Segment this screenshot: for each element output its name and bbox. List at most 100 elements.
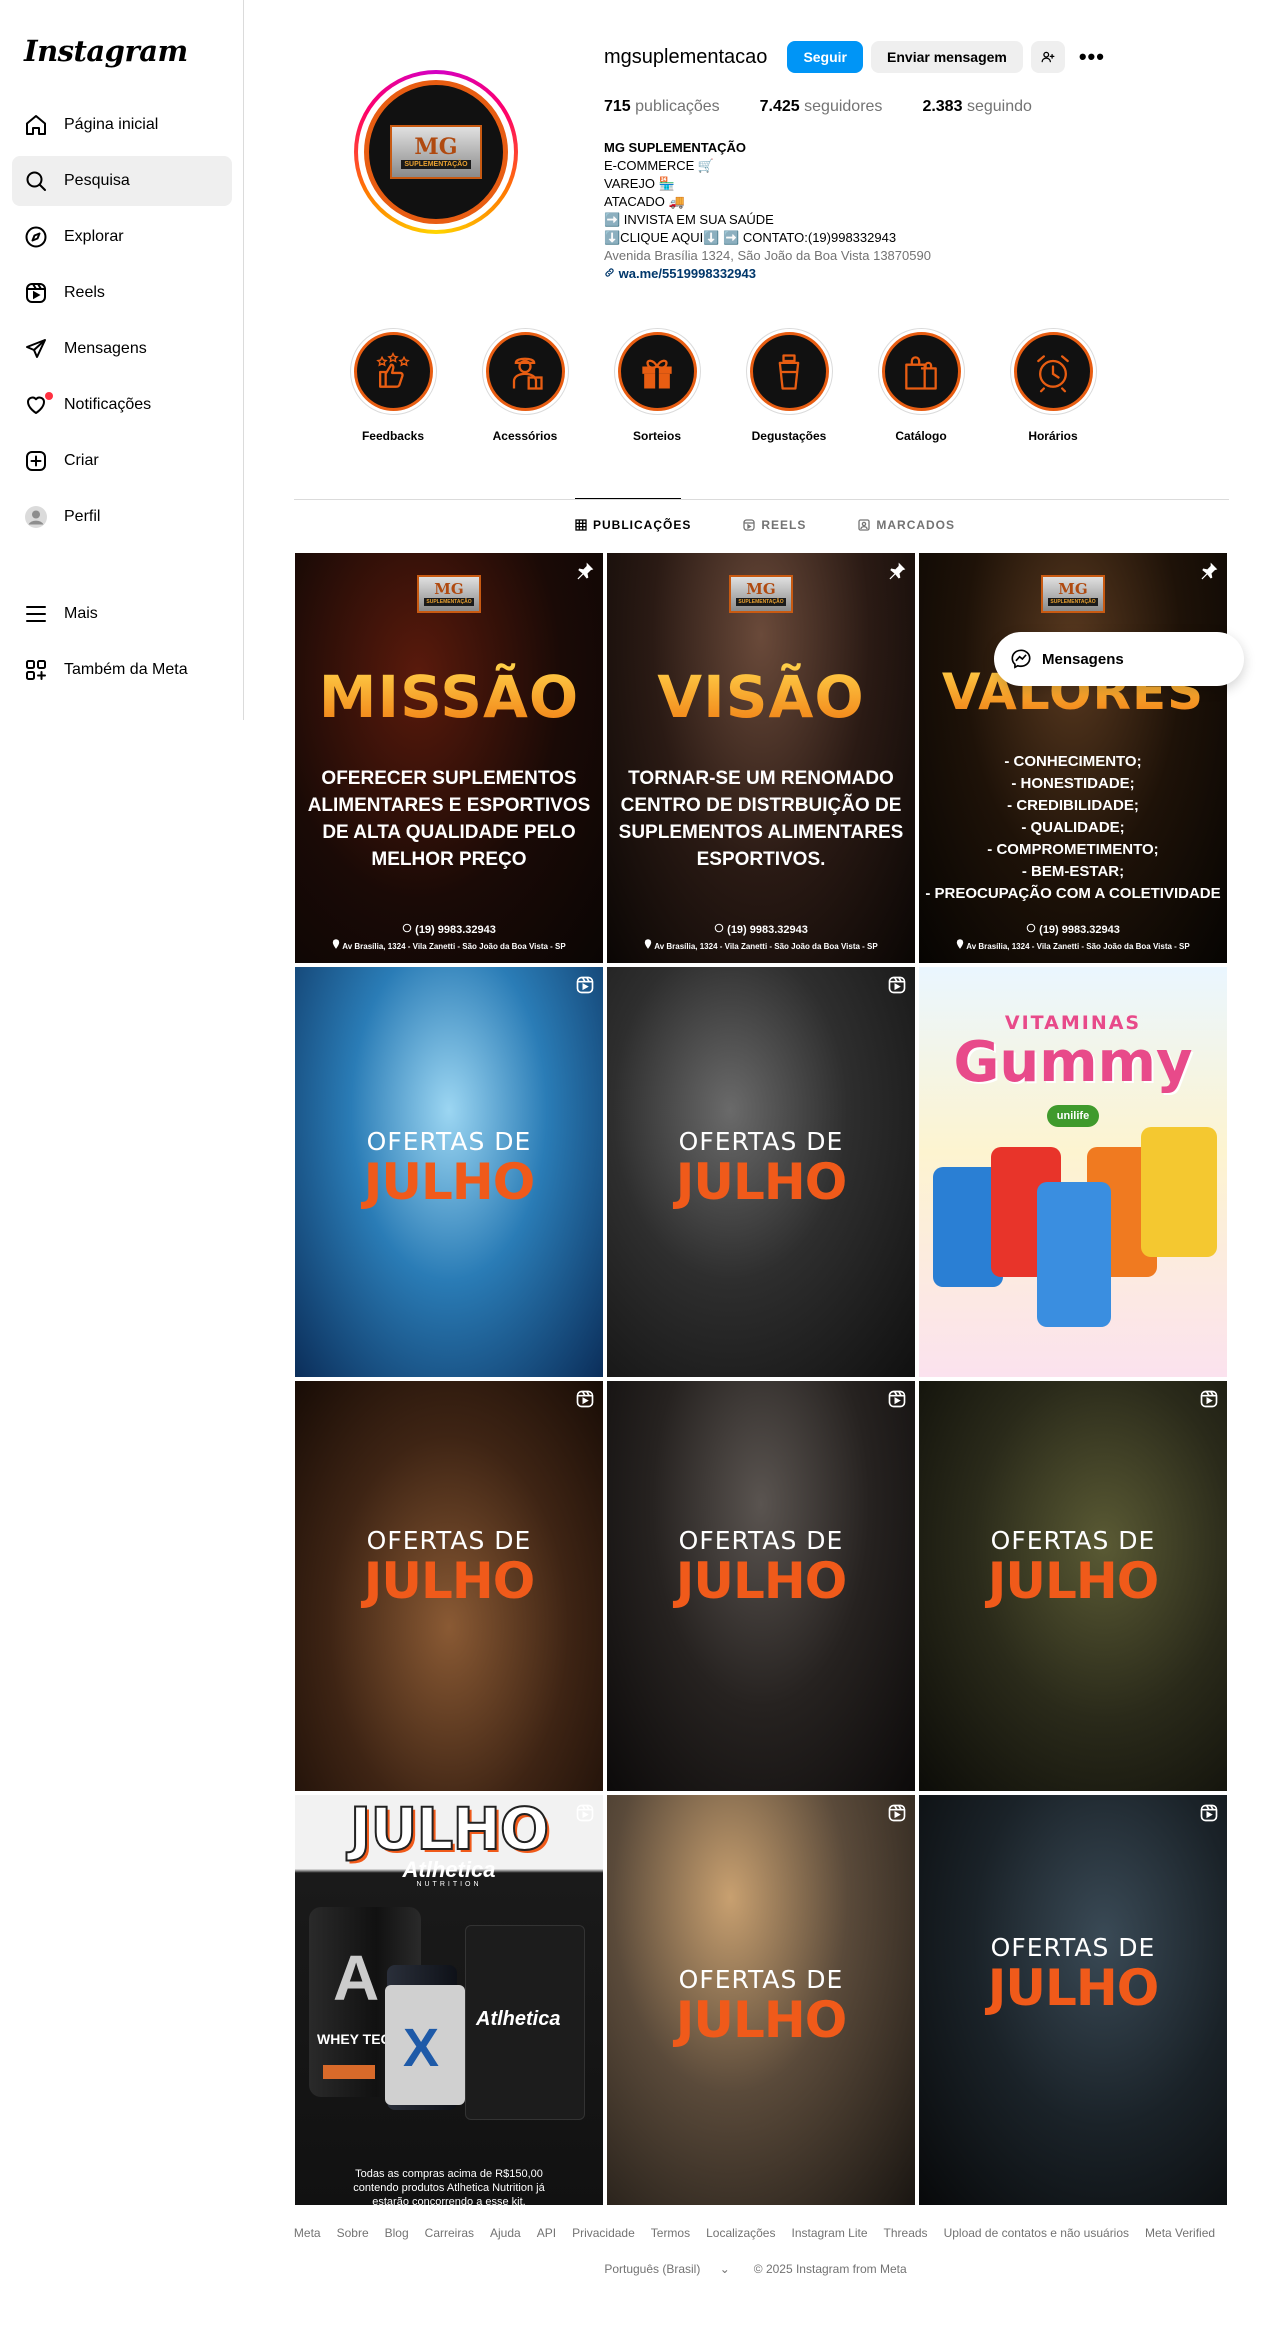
footer-link[interactable]: Localizações: [706, 2226, 775, 2240]
send-message-button[interactable]: Enviar mensagem: [871, 41, 1023, 73]
post-reel-ofertas-bike[interactable]: OFERTAS DE JULHO: [919, 1381, 1227, 1791]
tub-tag: [323, 2065, 375, 2079]
tab-reels[interactable]: REELS: [743, 518, 806, 532]
offer-line1: OFERTAS DE: [678, 1127, 844, 1156]
sidebar-item-profile[interactable]: Perfil: [12, 492, 232, 542]
bio-line: VAREJO 🏪: [604, 176, 675, 191]
suggest-users-button[interactable]: [1030, 41, 1065, 73]
offer-line2: JULHO: [987, 1959, 1159, 2017]
footer-link[interactable]: Upload de contatos e não usuários: [944, 2226, 1129, 2240]
post-visao[interactable]: MG SUPLEMENTAÇÃO VISÃO TORNAR-SE UM RENOM…: [607, 553, 915, 963]
follow-button[interactable]: Seguir: [787, 41, 864, 73]
post-reel-ofertas-run[interactable]: OFERTAS DE JULHO: [607, 1795, 915, 2205]
post-reel-ofertas-gym2[interactable]: OFERTAS DE JULHO: [607, 1381, 915, 1791]
athletica-brand: Atlhetica: [402, 1857, 496, 1882]
messages-popup[interactable]: Mensagens: [994, 632, 1244, 686]
footer-link[interactable]: Instagram Lite: [791, 2226, 867, 2240]
reel-icon: [888, 976, 906, 994]
sidebar-item-label: Notificações: [64, 396, 152, 413]
offer-line2: JULHO: [675, 1552, 847, 1610]
bio-link[interactable]: wa.me/5519998332943: [604, 265, 931, 283]
profile-avatar[interactable]: MG SUPLEMENTAÇÃO: [354, 70, 518, 234]
tab-marcados[interactable]: MARCADOS: [858, 518, 955, 532]
reels-icon: [743, 519, 755, 531]
compass-icon: [25, 226, 47, 248]
post-reel-ofertas-choc[interactable]: OFERTAS DE JULHO: [295, 1381, 603, 1791]
messages-popup-label: Mensagens: [1042, 650, 1124, 668]
more-options-icon[interactable]: •••: [1079, 44, 1105, 70]
post-gummy-vitamins[interactable]: VITAMINAS Gummy unilife: [919, 967, 1227, 1377]
post-reel-atlhetica-kit[interactable]: JULHO Atlhetica NUTRITION A WHEY TECH X …: [295, 1795, 603, 2205]
highlight-degustacoes[interactable]: Degustações: [723, 328, 855, 443]
offer-line1: OFERTAS DE: [678, 1965, 844, 1994]
post-text: TORNAR-SE UM RENOMADO CENTRO DE DISTRBUI…: [618, 768, 904, 870]
language-select[interactable]: Português (Brasil) ⌄: [596, 2262, 737, 2276]
alarm-clock-icon: [1037, 354, 1069, 392]
meta-grid-icon: [26, 660, 46, 680]
reel-icon: [1200, 1804, 1218, 1822]
notification-dot: [45, 392, 53, 400]
sidebar-item-messages[interactable]: Mensagens: [12, 324, 232, 374]
post-valores[interactable]: MG SUPLEMENTAÇÃO VALORES - CONHECIMENTO; …: [919, 553, 1227, 963]
footer-link[interactable]: Threads: [884, 2226, 928, 2240]
mg-logo: MG SUPLEMENTAÇÃO: [1041, 575, 1105, 613]
gift-icon: [642, 359, 672, 388]
footer-link[interactable]: Privacidade: [572, 2226, 635, 2240]
sidebar-item-label: Página inicial: [64, 116, 159, 133]
highlight-acessorios[interactable]: Acessórios: [459, 328, 591, 443]
post-address: Av Brasília, 1324 - Vila Zanetti - São J…: [607, 939, 915, 951]
footer-link[interactable]: Meta: [294, 2226, 321, 2240]
sidebar-item-explore[interactable]: Explorar: [12, 212, 232, 262]
sidebar-item-also-from-meta[interactable]: Também da Meta: [12, 645, 232, 695]
search-icon: [26, 171, 46, 191]
post-missao[interactable]: MG SUPLEMENTAÇÃO MISSÃO OFERECER SUPLEMEN…: [295, 553, 603, 963]
highlight-catalogo[interactable]: Catálogo: [855, 328, 987, 443]
highlight-sorteios[interactable]: Sorteios: [591, 328, 723, 443]
footer-link[interactable]: Ajuda: [490, 2226, 521, 2240]
offer-overlay: OFERTAS DE JULHO: [607, 1127, 915, 1208]
tote-bag: Atlhetica: [465, 1925, 585, 2120]
footer-link[interactable]: Blog: [385, 2226, 409, 2240]
highlight-label: Sorteios: [632, 429, 681, 443]
sidebar-item-reels[interactable]: Reels: [12, 268, 232, 318]
bio-line: ATACADO 🚚: [604, 194, 685, 209]
profile-tabs: PUBLICAÇÕES REELS MARCADOS: [575, 518, 1007, 532]
post-reel-ofertas-gym3[interactable]: OFERTAS DE JULHO: [919, 1795, 1227, 2205]
footer-links: Meta Sobre Blog Carreiras Ajuda API Priv…: [0, 2226, 1265, 2240]
sidebar-item-search[interactable]: Pesquisa: [12, 156, 232, 206]
messenger-icon: [1011, 649, 1031, 669]
footer-link[interactable]: Carreiras: [425, 2226, 474, 2240]
following-label: seguindo: [966, 98, 1032, 115]
sidebar-item-more[interactable]: Mais: [12, 589, 232, 639]
sidebar-item-notifications[interactable]: Notificações: [12, 380, 232, 430]
tagged-icon: [858, 519, 871, 531]
mg-logo-sub: SUPLEMENTAÇÃO: [736, 598, 786, 606]
instagram-logo[interactable]: Instagram: [24, 34, 188, 68]
mg-logo-sub: SUPLEMENTAÇÃO: [1048, 598, 1098, 606]
footer-link[interactable]: Meta Verified: [1145, 2226, 1215, 2240]
tub-logo: A: [333, 1942, 380, 2014]
post-reel-ofertas-gym[interactable]: OFERTAS DE JULHO: [607, 967, 915, 1377]
footer-link[interactable]: API: [537, 2226, 556, 2240]
followers-stat[interactable]: 7.425 seguidores: [760, 98, 883, 116]
highlight-feedbacks[interactable]: Feedbacks: [327, 328, 459, 443]
post-address-text: Av Brasília, 1324 - Vila Zanetti - São J…: [654, 942, 878, 951]
footer-link[interactable]: Sobre: [337, 2226, 369, 2240]
post-reel-ofertas-swim[interactable]: OFERTAS DE JULHO: [295, 967, 603, 1377]
vitamin-bottle: [1141, 1127, 1217, 1257]
sidebar-item-create[interactable]: Criar: [12, 436, 232, 486]
tab-publicacoes[interactable]: PUBLICAÇÕES: [575, 518, 691, 532]
values-item: - COMPROMETIMENTO;: [987, 841, 1159, 858]
highlight-cover: [353, 332, 433, 411]
mg-logo-sub: SUPLEMENTAÇÃO: [424, 598, 474, 606]
values-item: - QUALIDADE;: [1021, 819, 1125, 836]
offer-line2: JULHO: [675, 1153, 847, 1211]
highlight-horarios[interactable]: Horários: [987, 328, 1119, 443]
pin-icon: [1201, 562, 1218, 580]
sidebar-item-home[interactable]: Página inicial: [12, 100, 232, 150]
bio-address[interactable]: Avenida Brasília 1324, São João da Boa V…: [604, 247, 931, 265]
add-person-icon: [1041, 51, 1055, 63]
footer-link[interactable]: Termos: [651, 2226, 690, 2240]
menu-icon: [26, 606, 46, 622]
following-stat[interactable]: 2.383 seguindo: [922, 98, 1031, 116]
